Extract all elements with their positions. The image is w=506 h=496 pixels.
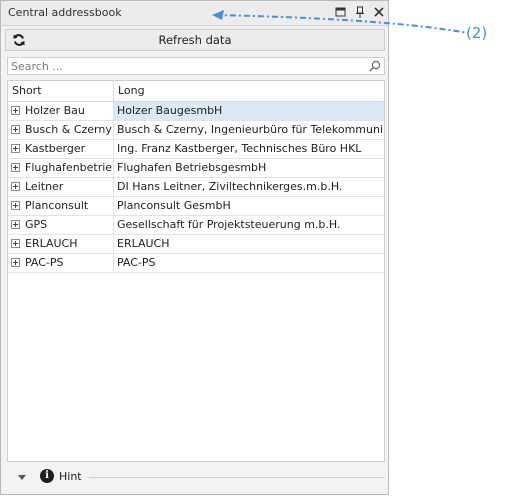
cell-long: Busch & Czerny, Ingenieurbüro für Teleko… [117, 123, 384, 136]
search-box[interactable] [7, 57, 385, 75]
hint-section[interactable]: i Hint [7, 467, 385, 489]
maximize-icon[interactable] [334, 5, 348, 19]
table-row[interactable]: Flughafenbetrieb Flughafen Betriebsgesmb… [8, 159, 384, 178]
cell-short: Kastberger [8, 140, 114, 158]
refresh-data-label: Refresh data [158, 33, 232, 47]
cell-short: Planconsult [8, 197, 114, 215]
table-row[interactable]: Busch & Czerny Busch & Czerny, Ingenieur… [8, 121, 384, 140]
cell-long: ERLAUCH [117, 237, 170, 250]
cell-long: Gesellschaft für Projektsteuerung m.b.H. [117, 218, 341, 231]
hint-label: Hint [59, 470, 82, 483]
pin-icon[interactable] [353, 5, 367, 19]
cell-long: Flughafen BetriebsgesmbH [117, 161, 267, 174]
callout-label: (2) [466, 24, 488, 42]
column-header-long[interactable]: Long [114, 81, 384, 101]
cell-long: DI Hans Leitner, Ziviltechnikerges.m.b.H… [117, 180, 343, 193]
panel-titlebar[interactable]: Central addressbook [1, 1, 388, 26]
table-row[interactable]: Kastberger Ing. Franz Kastberger, Techni… [8, 140, 384, 159]
cell-short: ERLAUCH [8, 235, 114, 253]
search-input[interactable] [8, 58, 367, 74]
table-row[interactable]: Planconsult Planconsult GesmbH [8, 197, 384, 216]
cell-long: Holzer BaugesmbH [114, 102, 384, 120]
cell-long: PAC-PS [117, 256, 156, 269]
close-icon[interactable] [372, 5, 386, 19]
table-row[interactable]: ERLAUCH ERLAUCH [8, 235, 384, 254]
refresh-data-button[interactable]: Refresh data [5, 29, 385, 51]
info-icon: i [40, 469, 54, 483]
table-row[interactable]: PAC-PS PAC-PS [8, 254, 384, 273]
grid-rows: Holzer Bau Holzer BaugesmbH Busch & Czer… [8, 102, 384, 273]
table-row[interactable]: Leitner DI Hans Leitner, Ziviltechnikerg… [8, 178, 384, 197]
central-addressbook-panel: Central addressbook Refresh data Search … [0, 0, 389, 495]
chevron-down-icon[interactable] [18, 475, 26, 481]
cell-short: Flughafenbetrieb [8, 159, 114, 177]
cell-short: Busch & Czerny [8, 121, 114, 139]
address-grid: Short Long Holzer Bau Holzer BaugesmbH B… [7, 80, 385, 462]
cell-short: PAC-PS [8, 254, 114, 272]
table-row[interactable]: Holzer Bau Holzer BaugesmbH [8, 102, 384, 121]
grid-header: Short Long [8, 81, 384, 102]
cell-long: Ing. Franz Kastberger, Technisches Büro … [117, 142, 362, 155]
table-row[interactable]: GPS Gesellschaft für Projektsteuerung m.… [8, 216, 384, 235]
column-header-short[interactable]: Short [8, 81, 114, 101]
cell-short: Holzer Bau [8, 102, 114, 120]
cell-short: Leitner [8, 178, 114, 196]
hint-divider [89, 477, 385, 478]
search-icon[interactable] [369, 60, 381, 72]
panel-title: Central addressbook [8, 6, 122, 19]
cell-short: GPS [8, 216, 114, 234]
cell-long: Planconsult GesmbH [117, 199, 231, 212]
